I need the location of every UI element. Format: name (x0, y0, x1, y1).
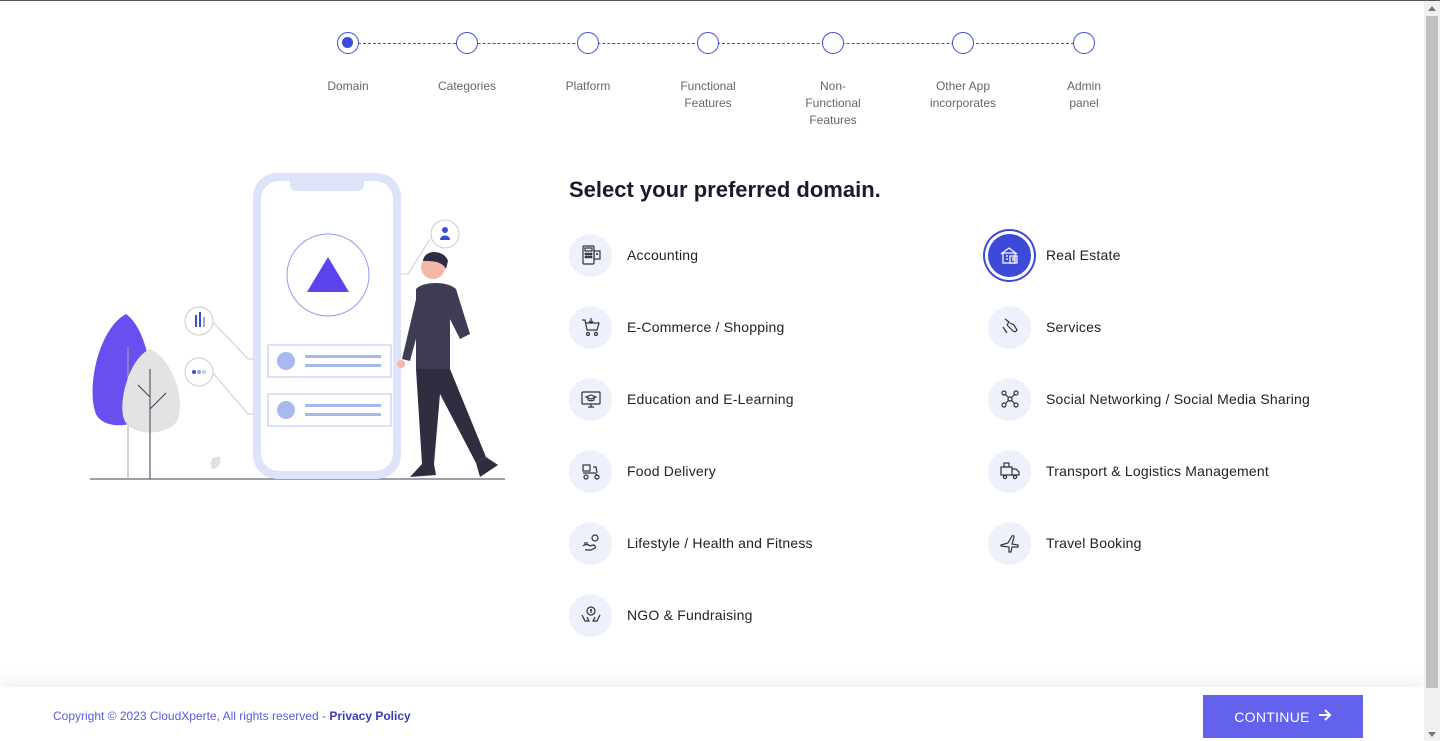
domain-option-ngo[interactable]: NGO & Fundraising (569, 592, 753, 638)
step-label: Categories (437, 79, 497, 93)
domain-option-food-delivery[interactable]: Food Delivery (569, 448, 716, 494)
step-label: Other App incorporates (929, 79, 997, 110)
domain-label: Lifestyle / Health and Fitness (627, 535, 813, 551)
step-dot[interactable] (697, 32, 719, 54)
scroll-up-arrow-icon[interactable] (1428, 6, 1436, 11)
step-admin-panel[interactable]: Admin panel (1034, 32, 1134, 112)
step-dot[interactable] (456, 32, 478, 54)
step-dot[interactable] (337, 32, 359, 54)
domain-option-education[interactable]: Education and E-Learning (569, 376, 794, 422)
step-dot[interactable] (577, 32, 599, 54)
domain-option-transport[interactable]: Transport & Logistics Management (988, 448, 1269, 494)
domain-option-lifestyle[interactable]: Lifestyle / Health and Fitness (569, 520, 813, 566)
scroll-down-arrow-icon[interactable] (1428, 732, 1436, 737)
domain-option-services[interactable]: Services (988, 304, 1101, 350)
domain-option-real-estate[interactable]: Real Estate (988, 232, 1121, 278)
step-dot[interactable] (952, 32, 974, 54)
vertical-scrollbar[interactable] (1424, 1, 1440, 741)
donation-hands-icon (569, 593, 612, 637)
step-categories[interactable]: Categories (417, 32, 517, 95)
network-icon (988, 377, 1031, 421)
step-label: Admin panel (1066, 79, 1101, 110)
shopping-cart-icon (569, 305, 612, 349)
domain-label: Travel Booking (1046, 535, 1142, 551)
step-label: Domain (327, 79, 369, 93)
domain-label: Food Delivery (627, 463, 716, 479)
domain-label: Social Networking / Social Media Sharing (1046, 391, 1311, 407)
continue-label: CONTINUE (1234, 708, 1310, 725)
building-icon (988, 233, 1031, 277)
domain-label: Services (1046, 319, 1102, 335)
step-dot[interactable] (822, 32, 844, 54)
phone-person-illustration (90, 173, 505, 480)
privacy-policy-link[interactable]: Privacy Policy (329, 709, 410, 723)
footer: Copyright © 2023 CloudXperte, All rights… (0, 687, 1424, 741)
domain-label: Education and E-Learning (627, 391, 794, 407)
domain-label: NGO & Fundraising (627, 607, 753, 623)
scrollbar-thumb[interactable] (1426, 16, 1438, 688)
continue-button[interactable]: CONTINUE (1203, 695, 1363, 738)
step-non-functional-features[interactable]: Non-Functional Features (783, 32, 883, 129)
copyright-label: Copyright © 2023 CloudXperte, All rights… (53, 709, 330, 723)
domain-label: Accounting (627, 247, 699, 263)
services-hand-icon (988, 305, 1031, 349)
delivery-scooter-icon (569, 449, 612, 493)
domain-heading: Select your preferred domain. (569, 177, 881, 202)
page: Domain Categories Platform Functional Fe… (0, 0, 1440, 741)
step-dot[interactable] (1073, 32, 1095, 54)
step-functional-features[interactable]: Functional Features (658, 32, 758, 112)
step-other-app-incorporates[interactable]: Other App incorporates (913, 32, 1013, 112)
progress-stepper: Domain Categories Platform Functional Fe… (300, 32, 1140, 142)
step-label: Non-Functional Features (805, 79, 861, 127)
domain-label: E-Commerce / Shopping (627, 319, 785, 335)
fitness-icon (569, 521, 612, 565)
truck-icon (988, 449, 1031, 493)
domain-option-travel-booking[interactable]: Travel Booking (988, 520, 1142, 566)
arrow-right-icon (1318, 708, 1332, 725)
step-label: Functional Features (680, 79, 736, 110)
calculator-icon (569, 233, 612, 277)
airplane-icon (988, 521, 1031, 565)
copyright-text: Copyright © 2023 CloudXperte, All rights… (53, 709, 411, 723)
domain-option-ecommerce[interactable]: E-Commerce / Shopping (569, 304, 785, 350)
domain-label: Real Estate (1046, 247, 1121, 263)
step-platform[interactable]: Platform (538, 32, 638, 95)
monitor-graduation-icon (569, 377, 612, 421)
domain-option-social-networking[interactable]: Social Networking / Social Media Sharing (988, 376, 1310, 422)
step-domain[interactable]: Domain (298, 32, 398, 95)
domain-label: Transport & Logistics Management (1046, 463, 1269, 479)
step-label: Platform (565, 79, 611, 93)
domain-option-accounting[interactable]: Accounting (569, 232, 698, 278)
